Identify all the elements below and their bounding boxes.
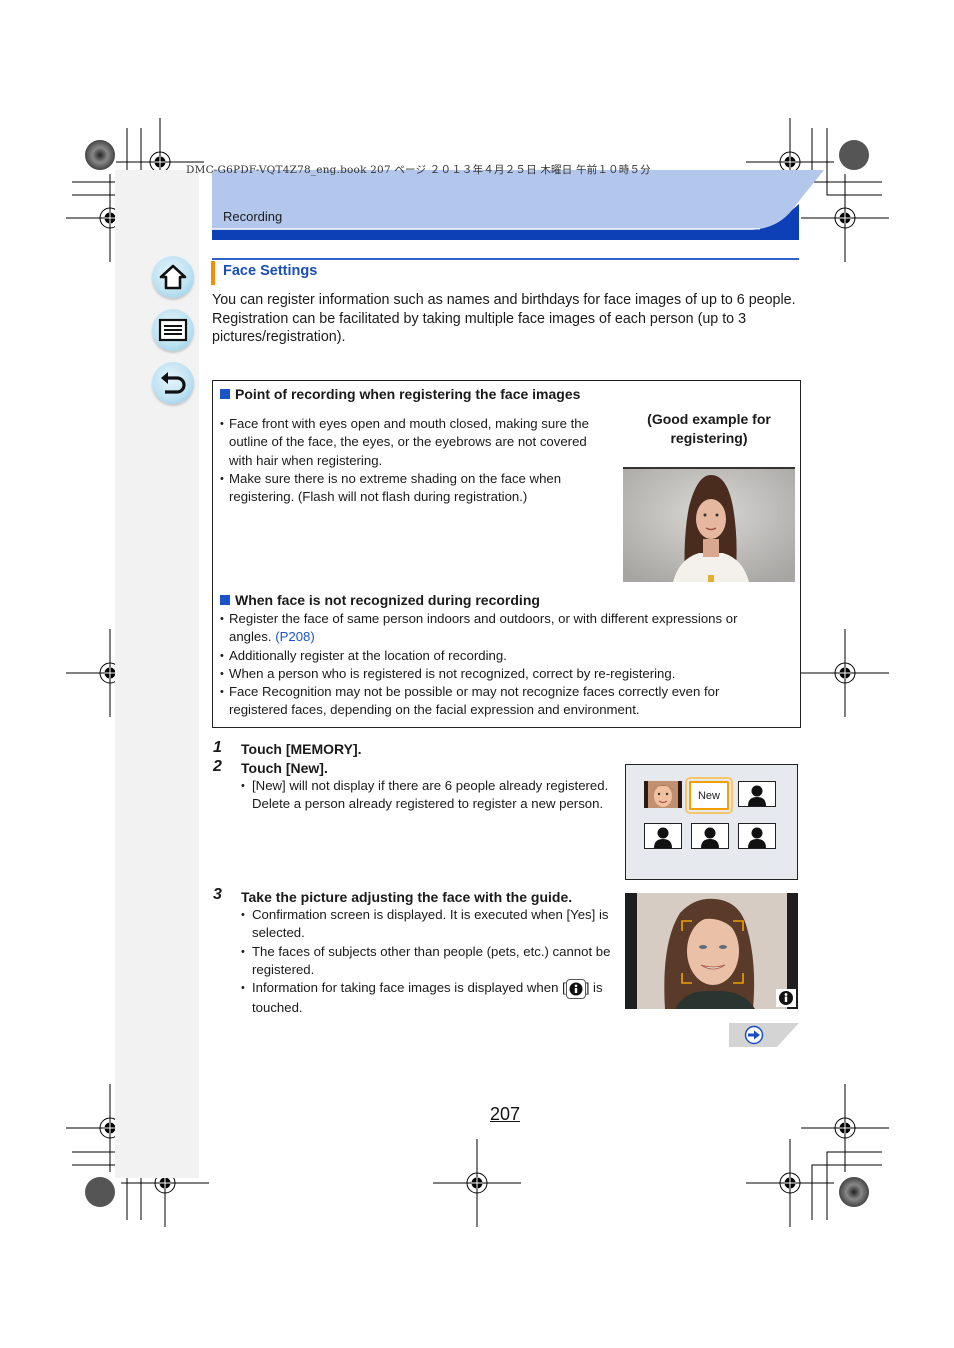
section-accent-bar — [211, 261, 215, 285]
menu-list-icon — [158, 318, 188, 342]
menu-button[interactable] — [152, 309, 194, 351]
list-item: Make sure there is no extreme shading on… — [216, 470, 608, 507]
page-number: 207 — [490, 1104, 521, 1124]
list-item: Face Recognition may not be possible or … — [216, 683, 776, 720]
page-link-p208[interactable]: (P208) — [275, 629, 315, 644]
step-3-notes: Confirmation screen is displayed. It is … — [241, 906, 613, 1017]
box-title: When face is not recognized during recor… — [235, 592, 540, 608]
empty-face-slot[interactable] — [738, 823, 776, 849]
back-arrow-icon — [161, 372, 186, 394]
next-page-button[interactable] — [729, 1023, 799, 1047]
info-icon — [565, 979, 586, 1000]
step-2-notes: [New] will not display if there are 6 pe… — [241, 777, 613, 814]
box-heading: When face is not recognized during recor… — [220, 592, 540, 608]
section-name: Recording — [223, 209, 283, 224]
step-1-text: Touch [MEMORY]. — [241, 741, 362, 757]
step-number: 3 — [213, 886, 222, 903]
list-item: [New] will not display if there are 6 pe… — [241, 777, 613, 814]
step-number: 1 — [213, 739, 222, 756]
person-silhouette-icon — [701, 827, 719, 848]
step-2-text: Touch [New]. — [241, 760, 328, 776]
intro-text: You can register information such as nam… — [212, 291, 802, 347]
info-icon-button — [776, 989, 796, 1007]
tips-list: Face front with eyes open and mouth clos… — [216, 415, 608, 506]
not-recognized-box: When face is not recognized during recor… — [212, 588, 801, 728]
new-face-button[interactable]: New — [685, 777, 733, 814]
list-item: Face front with eyes open and mouth clos… — [216, 415, 608, 470]
section-title: Face Settings — [223, 263, 318, 279]
person-silhouette-icon — [748, 785, 766, 806]
list-item: Additionally register at the location of… — [216, 647, 776, 666]
list-item-text: Information for taking face images is di… — [252, 980, 566, 996]
home-button[interactable] — [152, 256, 194, 298]
step-1: 1 — [213, 739, 222, 757]
registered-face-thumbnail[interactable] — [644, 781, 682, 808]
empty-face-slot[interactable] — [644, 823, 682, 849]
empty-face-slot[interactable] — [738, 781, 776, 807]
step-3-text: Take the picture adjusting the face with… — [241, 889, 573, 905]
empty-face-slot[interactable] — [691, 823, 729, 849]
step-3: 3 — [213, 886, 222, 904]
step-2: 2 — [213, 758, 222, 776]
good-example-caption: (Good example for registering) — [647, 411, 771, 446]
good-example-photo — [623, 467, 795, 582]
box-title: Point of recording when registering the … — [235, 386, 581, 402]
list-item: Register the face of same person indoors… — [216, 610, 776, 647]
intro-paragraph: Registration can be facilitated by takin… — [212, 310, 747, 346]
face-guide-screen — [625, 893, 798, 1009]
section-header-band — [212, 170, 824, 240]
list-item: When a person who is registered is not r… — [216, 665, 776, 684]
tips-list: Register the face of same person indoors… — [216, 610, 776, 720]
list-item: Information for taking face images is di… — [241, 979, 613, 1017]
intro-paragraph: You can register information such as nam… — [212, 292, 796, 308]
home-icon — [159, 264, 187, 290]
back-button[interactable] — [152, 362, 194, 404]
print-header-text: DMC-G6PDF-VQT4Z78_eng.book 207 ページ ２０１３年… — [186, 164, 651, 176]
arrow-right-icon — [744, 1025, 764, 1045]
square-bullet-icon — [220, 389, 230, 399]
list-item: The faces of subjects other than people … — [241, 943, 613, 980]
section-rule — [212, 258, 799, 260]
step-number: 2 — [213, 758, 222, 775]
person-silhouette-icon — [654, 827, 672, 848]
list-item: Confirmation screen is displayed. It is … — [241, 906, 613, 943]
box-heading: Point of recording when registering the … — [220, 386, 580, 402]
square-bullet-icon — [220, 595, 230, 605]
person-silhouette-icon — [748, 827, 766, 848]
